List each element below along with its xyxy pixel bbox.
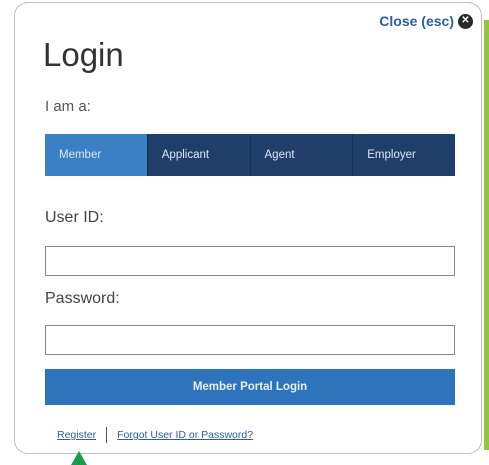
pointer-arrow-icon — [71, 451, 87, 465]
close-label: Close (esc) — [379, 13, 454, 29]
role-prompt: I am a: — [45, 98, 91, 115]
tab-applicant[interactable]: Applicant — [147, 134, 251, 176]
page-title: Login — [43, 36, 124, 73]
tab-agent[interactable]: Agent — [250, 134, 354, 176]
user-id-label: User ID: — [45, 209, 104, 226]
close-icon[interactable]: ✕ — [458, 13, 473, 29]
tab-member[interactable]: Member — [45, 134, 148, 176]
member-portal-login-button[interactable]: Member Portal Login — [45, 369, 455, 405]
user-id-input[interactable] — [45, 246, 455, 276]
password-input[interactable] — [45, 325, 455, 355]
forgot-credentials-link[interactable]: Forgot User ID or Password? — [117, 429, 253, 441]
register-link[interactable]: Register — [57, 429, 96, 441]
tab-employer[interactable]: Employer — [353, 134, 455, 176]
link-divider — [106, 427, 108, 443]
auth-links: Register Forgot User ID or Password? — [57, 427, 253, 443]
password-label: Password: — [45, 290, 120, 307]
role-tabs: Member Applicant Agent Employer — [45, 134, 455, 176]
page-edge-accent — [484, 20, 489, 450]
login-modal: Close (esc) ✕ Login I am a: Member Appli… — [14, 2, 482, 454]
close-button[interactable]: Close (esc) ✕ — [379, 13, 473, 29]
